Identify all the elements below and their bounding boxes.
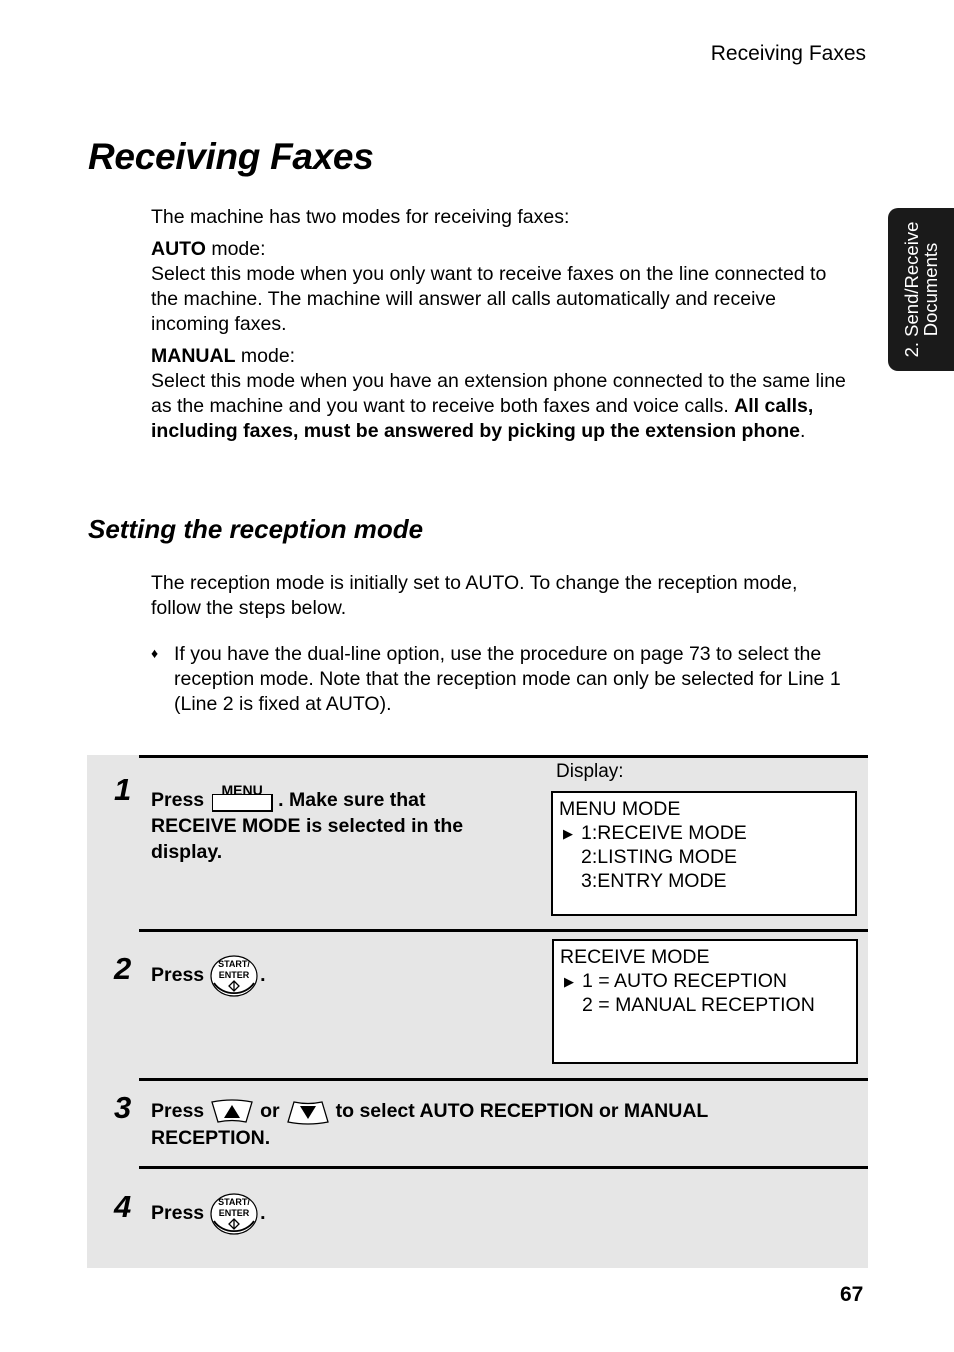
menu-key-icon: MENU <box>212 782 274 812</box>
start-enter-key-icon: START/ ENTER <box>210 955 258 997</box>
step-3-text-line2: RECEPTION. <box>151 1126 271 1149</box>
svg-text:START/: START/ <box>218 1197 250 1207</box>
section-intro: The reception mode is initially set to A… <box>151 572 798 619</box>
display-label: Display: <box>556 761 624 782</box>
section-title: Setting the reception mode <box>88 514 424 544</box>
step-number: 2 <box>114 951 132 986</box>
page-title: Receiving Faxes <box>88 136 374 177</box>
svg-text:START/: START/ <box>218 959 250 969</box>
step-number: 3 <box>114 1090 132 1125</box>
lcd-title: MENU MODE <box>559 798 681 820</box>
manual-mode-name: MANUAL <box>151 345 236 367</box>
intro-text: The machine has two modes for receiving … <box>151 206 570 228</box>
period: . <box>260 1202 266 1225</box>
running-header: Receiving Faxes <box>710 42 866 65</box>
step-number: 4 <box>114 1189 132 1224</box>
down-arrow-key-icon <box>286 1101 329 1125</box>
auto-mode-description: Select this mode when you only want to r… <box>151 263 827 335</box>
step-4-instruction: Press START/ ENTER . <box>151 1193 266 1235</box>
up-arrow-key-icon <box>211 1099 253 1123</box>
intro-block: The machine has two modes for receiving … <box>151 205 851 444</box>
step-number: 1 <box>114 772 132 807</box>
lcd-display-menu-mode: MENU MODE ▶ 1:RECEIVE MODE 2:LISTING MODE… <box>551 791 857 916</box>
step-1-instruction: Press MENU. Make sure that RECEIVE MODE i… <box>151 782 511 865</box>
manual-mode-end: . <box>800 420 806 442</box>
lcd-line-selected: ▶ 1:RECEIVE MODE <box>559 821 849 845</box>
selection-arrow-icon: ▶ <box>563 826 573 841</box>
auto-mode-name: AUTO <box>151 238 206 260</box>
step-divider <box>139 755 868 758</box>
auto-mode-heading: AUTO mode: <box>151 237 851 262</box>
lcd-line-text: 1:RECEIVE MODE <box>581 822 747 844</box>
lcd-line-selected: ▶ 1 = AUTO RECEPTION <box>560 969 850 993</box>
step-divider <box>139 1078 868 1081</box>
or-text: or <box>260 1100 280 1122</box>
step-3-text: to select AUTO RECEPTION or MANUAL <box>335 1100 709 1122</box>
chapter-tab-line2: Documents <box>920 242 941 337</box>
start-enter-key-icon: START/ ENTER <box>210 1193 258 1235</box>
press-text: Press <box>151 789 205 811</box>
lcd-title: RECEIVE MODE <box>560 946 710 968</box>
step-divider <box>139 929 868 932</box>
chapter-tab-line1: 2. Send/Receive <box>901 221 922 358</box>
lcd-line-text: 1 = AUTO RECEPTION <box>582 970 787 992</box>
press-text: Press <box>151 1100 205 1122</box>
manual-mode-heading: MANUAL mode: <box>151 344 851 369</box>
bullet-note: If you have the dual-line option, use th… <box>174 643 841 715</box>
page-number: 67 <box>840 1283 864 1306</box>
period: . <box>260 964 266 987</box>
lcd-line: 2:LISTING MODE <box>581 846 738 868</box>
svg-text:ENTER: ENTER <box>219 970 250 980</box>
lcd-line: 2 = MANUAL RECEPTION <box>582 994 815 1016</box>
step-divider <box>139 1166 868 1169</box>
chapter-tab: 2. Send/Receive Documents <box>888 208 954 371</box>
press-text: Press <box>151 1202 205 1225</box>
lcd-display-receive-mode: RECEIVE MODE ▶ 1 = AUTO RECEPTION 2 = MAN… <box>552 939 858 1064</box>
manual-mode-suffix: mode: <box>235 345 296 367</box>
auto-mode-suffix: mode: <box>205 238 266 260</box>
lcd-line: 3:ENTRY MODE <box>581 870 727 892</box>
svg-text:ENTER: ENTER <box>219 1208 250 1218</box>
press-text: Press <box>151 964 205 987</box>
step-2-instruction: Press START/ ENTER . <box>151 955 266 997</box>
diamond-bullet-icon: ♦ <box>151 645 159 661</box>
manual-mode-description: Select this mode when you have an extens… <box>151 369 851 444</box>
selection-arrow-icon: ▶ <box>564 974 574 989</box>
step-3-instruction: Press or to select AUTO RECEPTION or MAN… <box>151 1098 841 1151</box>
